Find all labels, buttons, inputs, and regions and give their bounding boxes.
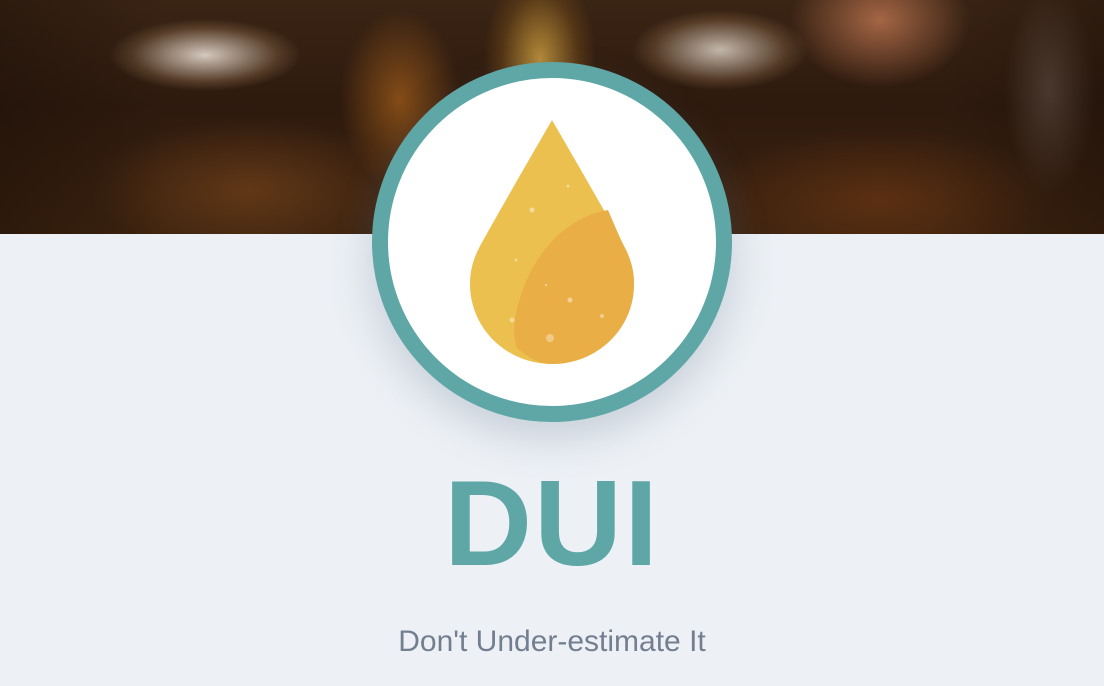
brand-tagline: Don't Under-estimate It — [398, 625, 706, 658]
sparkle — [544, 283, 548, 287]
sparkle — [529, 207, 535, 213]
landing-page: DUI Don't Under-estimate It — [0, 0, 1104, 686]
sparkle — [514, 258, 518, 262]
sparkle — [509, 317, 515, 323]
sparkle — [566, 184, 570, 188]
sparkle — [546, 334, 554, 342]
sparkle — [600, 314, 604, 318]
oil-drop-icon — [470, 120, 634, 364]
sparkle — [567, 297, 573, 303]
brand-title: DUI — [443, 455, 661, 591]
